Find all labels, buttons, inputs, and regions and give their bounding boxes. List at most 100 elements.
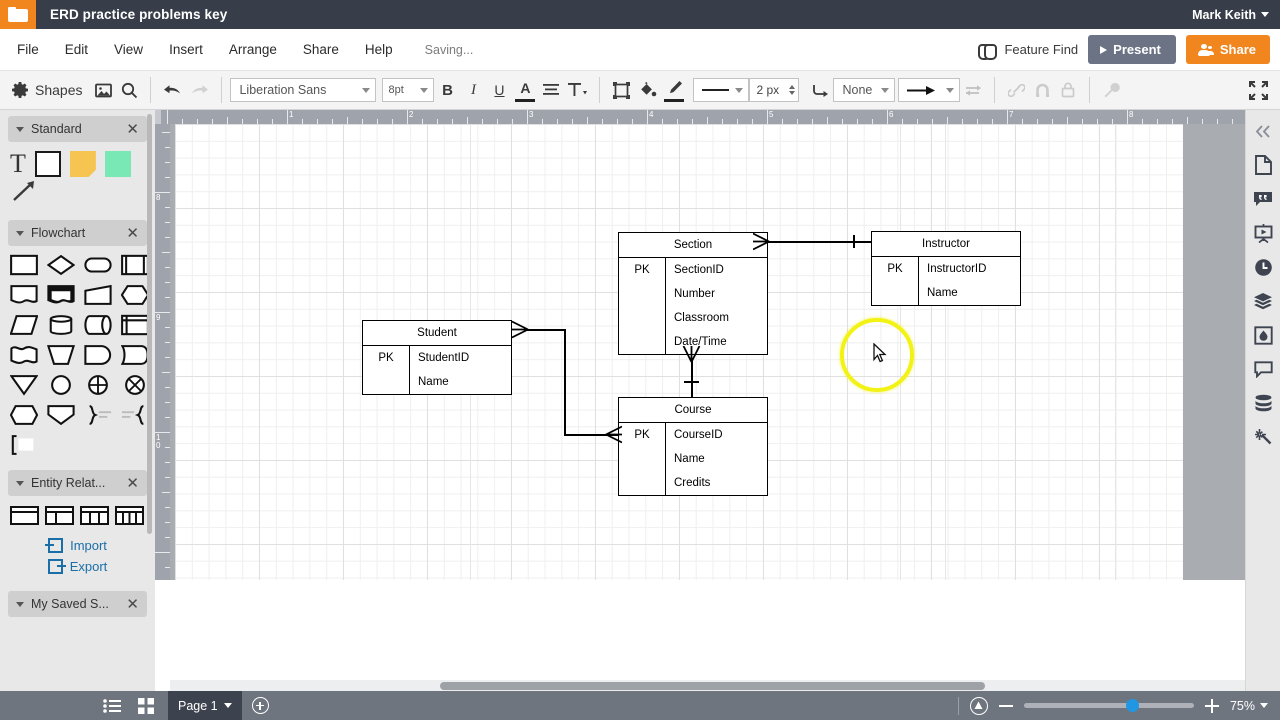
flow-database-shape[interactable] xyxy=(47,314,75,336)
end-arrow-select[interactable] xyxy=(898,78,961,102)
fill-bucket-icon[interactable] xyxy=(634,77,661,103)
erd-entity-student[interactable]: Student PK StudentID Name xyxy=(362,320,512,395)
redo-icon[interactable] xyxy=(186,77,213,103)
fit-to-screen-icon[interactable] xyxy=(969,696,988,715)
flow-summing-junction-shape[interactable] xyxy=(84,374,112,396)
image-icon[interactable] xyxy=(90,77,116,103)
magnet-icon[interactable] xyxy=(1029,77,1055,103)
zoom-slider-handle[interactable] xyxy=(1125,699,1139,712)
flow-predefined-shape[interactable] xyxy=(121,254,149,276)
close-icon[interactable]: ✕ xyxy=(126,597,139,612)
add-page-icon[interactable] xyxy=(251,697,269,714)
menu-item-help[interactable]: Help xyxy=(365,42,393,57)
panel-header-standard[interactable]: Standard ✕ xyxy=(8,116,147,142)
wrench-icon[interactable] xyxy=(1098,77,1124,103)
layers-icon[interactable] xyxy=(1252,290,1274,312)
rectangle-shape-icon[interactable] xyxy=(34,151,61,177)
connector-section-instructor[interactable] xyxy=(768,241,871,243)
zoom-in-icon[interactable] xyxy=(1204,698,1219,713)
page-tab[interactable]: Page 1 xyxy=(168,691,242,720)
database-icon[interactable] xyxy=(1252,392,1274,414)
zoom-slider[interactable] xyxy=(1023,699,1194,712)
theme-icon[interactable] xyxy=(1252,324,1274,346)
clock-icon[interactable] xyxy=(1252,256,1274,278)
line-style-select[interactable] xyxy=(693,78,750,102)
text-color-button[interactable]: A xyxy=(512,77,538,103)
er-table-2col-shape[interactable] xyxy=(45,506,74,525)
menu-item-view[interactable]: View xyxy=(114,42,143,57)
flow-manual-operation-shape[interactable] xyxy=(47,344,75,366)
text-shape-icon[interactable]: T xyxy=(10,150,26,176)
flow-delay-shape[interactable] xyxy=(121,344,149,366)
er-table-1col-shape[interactable] xyxy=(10,506,39,525)
import-button[interactable]: Import xyxy=(0,535,155,556)
shapes-button[interactable]: Shapes xyxy=(8,77,90,103)
share-button[interactable]: Share xyxy=(1185,35,1270,64)
green-block-shape-icon[interactable] xyxy=(104,151,131,177)
close-icon[interactable]: ✕ xyxy=(126,476,139,491)
page-icon[interactable] xyxy=(1252,154,1274,176)
panel-header-flowchart[interactable]: Flowchart ✕ xyxy=(8,220,147,246)
zoom-out-icon[interactable] xyxy=(998,704,1013,707)
connector-student-course-v[interactable] xyxy=(564,329,566,436)
underline-button[interactable]: U xyxy=(486,77,512,103)
font-family-select[interactable]: Liberation Sans xyxy=(230,78,377,102)
flow-merge-shape[interactable] xyxy=(10,374,38,396)
canvas-area[interactable]: Section PK SectionID Number Classroom Date/Ti… xyxy=(170,124,1245,580)
align-icon[interactable] xyxy=(538,77,564,103)
er-table-3col-shape[interactable] xyxy=(80,506,109,525)
vertical-ruler[interactable]: 8 9 10 xyxy=(155,124,170,580)
menu-item-file[interactable]: File xyxy=(17,42,39,57)
line-color-icon[interactable] xyxy=(661,77,687,103)
font-size-select[interactable]: 8pt xyxy=(382,78,435,102)
search-icon[interactable] xyxy=(116,77,142,103)
stroke-width-stepper[interactable]: 2 px xyxy=(749,78,800,102)
flow-document-shape[interactable] xyxy=(10,284,38,306)
text-options-icon[interactable] xyxy=(564,77,591,103)
panel-header-entity-relationship[interactable]: Entity Relat... ✕ xyxy=(8,470,147,496)
flow-direct-access-shape[interactable] xyxy=(84,314,112,336)
flow-extract-shape[interactable] xyxy=(47,404,75,426)
line-jump-icon[interactable] xyxy=(807,77,833,103)
link-icon[interactable] xyxy=(1003,77,1029,103)
flow-bracket-shape[interactable] xyxy=(10,434,38,456)
magic-wand-icon[interactable] xyxy=(1252,426,1274,448)
menu-item-insert[interactable]: Insert xyxy=(169,42,203,57)
collapse-icon[interactable] xyxy=(1252,120,1274,142)
horizontal-scrollbar-thumb[interactable] xyxy=(440,682,985,690)
stepper-arrows-icon[interactable] xyxy=(789,85,796,95)
fullscreen-icon[interactable] xyxy=(1245,77,1272,103)
flow-decision-shape[interactable] xyxy=(47,254,75,276)
flow-data-shape[interactable] xyxy=(10,314,38,336)
user-menu[interactable]: Mark Keith xyxy=(1192,8,1269,22)
zoom-level-menu[interactable]: 75% xyxy=(1230,699,1268,713)
start-arrow-select[interactable]: None xyxy=(833,78,896,102)
menu-item-edit[interactable]: Edit xyxy=(65,42,88,57)
erd-entity-instructor[interactable]: Instructor PK InstructorID Name xyxy=(871,231,1021,306)
page-sheet[interactable]: Section PK SectionID Number Classroom Date/Ti… xyxy=(175,124,1183,580)
erd-entity-course[interactable]: Course PK CourseID Name Credits xyxy=(618,397,768,496)
flow-terminator-shape[interactable] xyxy=(84,254,112,276)
bold-button[interactable]: B xyxy=(434,77,460,103)
present-button[interactable]: Present xyxy=(1088,35,1176,64)
flow-process-shape[interactable] xyxy=(10,254,38,276)
menu-item-share[interactable]: Share xyxy=(303,42,339,57)
note-shape-icon[interactable] xyxy=(69,151,96,177)
flow-tape-shape[interactable] xyxy=(10,344,38,366)
chat-bubble-icon[interactable] xyxy=(1252,358,1274,380)
connector-student-course-h1[interactable] xyxy=(527,329,566,331)
arrow-shape-icon[interactable] xyxy=(0,179,155,208)
er-table-4col-shape[interactable] xyxy=(115,506,144,525)
flow-multidocument-shape[interactable] xyxy=(47,284,75,306)
flow-connector-shape[interactable] xyxy=(47,374,75,396)
panel-header-my-saved-shapes[interactable]: My Saved S... ✕ xyxy=(8,591,147,617)
undo-icon[interactable] xyxy=(159,77,186,103)
flow-internal-storage-shape[interactable] xyxy=(121,314,149,336)
panel-scrollbar[interactable] xyxy=(147,114,152,534)
erd-entity-section[interactable]: Section PK SectionID Number Classroom Date/Ti… xyxy=(618,232,768,355)
list-view-icon[interactable] xyxy=(100,695,124,717)
italic-button[interactable]: I xyxy=(460,77,486,103)
close-icon[interactable]: ✕ xyxy=(126,226,139,241)
flip-icon[interactable] xyxy=(960,77,986,103)
flow-brace-left-shape[interactable] xyxy=(121,404,149,426)
